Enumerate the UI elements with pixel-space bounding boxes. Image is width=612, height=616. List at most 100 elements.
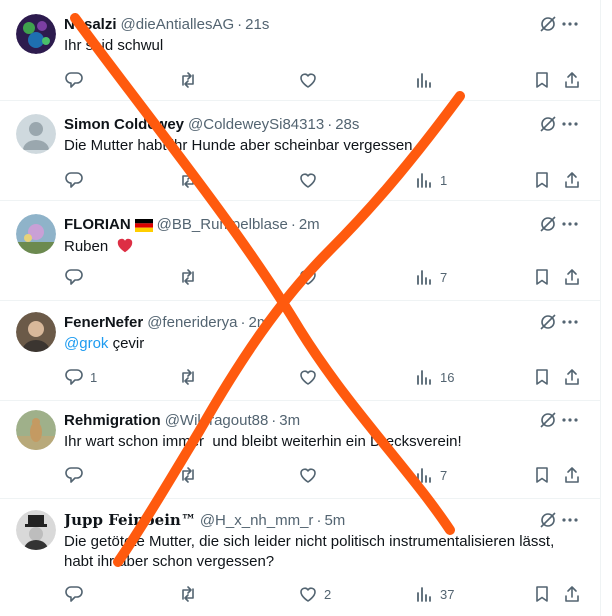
avatar[interactable] xyxy=(16,312,56,352)
bookmark-button[interactable] xyxy=(532,465,552,485)
grok-icon[interactable] xyxy=(538,510,558,530)
timestamp[interactable]: 28s xyxy=(335,116,359,133)
views-button[interactable]: 7 xyxy=(414,267,447,287)
analytics-icon xyxy=(417,587,431,602)
like-button[interactable] xyxy=(298,367,324,387)
heart-icon xyxy=(300,370,316,385)
grok-icon[interactable] xyxy=(538,312,558,332)
like-button[interactable] xyxy=(298,170,324,190)
reply-count: 1 xyxy=(90,369,98,385)
repost-button[interactable] xyxy=(178,70,204,90)
avatar[interactable] xyxy=(16,410,56,450)
share-button[interactable] xyxy=(562,584,582,604)
display-name[interactable]: Simon Coldewey xyxy=(64,116,184,133)
views-button[interactable]: 7 xyxy=(414,465,447,485)
reply-button[interactable] xyxy=(64,267,90,287)
share-icon xyxy=(565,369,579,385)
repost-button[interactable] xyxy=(178,267,204,287)
reply-tweet[interactable]: Jupp Feinbein™ @H_x_nh_mm_r · 5m Die get… xyxy=(0,498,600,616)
reply-icon xyxy=(65,72,83,88)
reply-tweet[interactable]: FenerNefer @fenerideryа · 2m @grok çevir… xyxy=(0,300,600,401)
reply-tweet[interactable]: FLORIAN @BB_Rumpelblase · 2m Ruben 7 xyxy=(0,200,600,301)
analytics-icon xyxy=(417,468,431,483)
views-button[interactable]: 1 xyxy=(414,170,447,190)
bookmark-button[interactable] xyxy=(532,367,552,387)
display-name[interactable]: Nosalzi xyxy=(64,16,117,33)
more-icon[interactable] xyxy=(560,114,580,134)
like-button[interactable]: 2 xyxy=(298,584,331,604)
reply-tweet[interactable]: Nosalzi @dieAntiallesAG · 21s Ihr seid s… xyxy=(0,0,600,101)
reply-button[interactable] xyxy=(64,170,90,190)
share-button[interactable] xyxy=(562,465,582,485)
share-icon xyxy=(565,269,579,285)
share-icon xyxy=(565,172,579,188)
share-button[interactable] xyxy=(562,367,582,387)
reply-button[interactable] xyxy=(64,70,90,90)
more-icon[interactable] xyxy=(560,312,580,332)
view-count: 37 xyxy=(440,586,455,602)
like-button[interactable] xyxy=(298,267,324,287)
timestamp[interactable]: 5m xyxy=(324,512,345,529)
grok-icon[interactable] xyxy=(538,14,558,34)
avatar[interactable] xyxy=(16,114,56,154)
repost-button[interactable] xyxy=(178,367,204,387)
separator-dot: · xyxy=(327,115,333,133)
reply-tweet[interactable]: Simon Coldewey @ColdeweySi84313 · 28s Di… xyxy=(0,100,600,201)
more-icon[interactable] xyxy=(560,510,580,530)
separator-dot: · xyxy=(290,215,296,233)
timestamp[interactable]: 21s xyxy=(245,16,269,33)
display-name[interactable]: Jupp Feinbein™ xyxy=(64,511,196,529)
timestamp[interactable]: 3m xyxy=(279,412,300,429)
share-button[interactable] xyxy=(562,70,582,90)
bookmark-button[interactable] xyxy=(532,584,552,604)
views-button[interactable]: 37 xyxy=(414,584,454,604)
display-name[interactable]: Rehmigration xyxy=(64,412,161,429)
like-button[interactable] xyxy=(298,465,324,485)
analytics-icon xyxy=(417,270,431,285)
display-name[interactable]: FLORIAN xyxy=(64,216,131,233)
user-handle[interactable]: @ColdeweySi84313 xyxy=(188,116,324,133)
user-handle[interactable]: @dieAntiallesAG xyxy=(121,16,235,33)
more-icon[interactable] xyxy=(560,214,580,234)
avatar[interactable] xyxy=(16,14,56,54)
analytics-icon xyxy=(417,370,431,385)
like-count: 2 xyxy=(324,586,332,602)
reply-button[interactable] xyxy=(64,465,90,485)
reply-tweet[interactable]: Rehmigration @Wildragout88 · 3m Ihr wart… xyxy=(0,400,600,499)
grok-icon[interactable] xyxy=(538,114,558,134)
bookmark-button[interactable] xyxy=(532,170,552,190)
share-button[interactable] xyxy=(562,170,582,190)
user-handle[interactable]: @fenerideryа xyxy=(147,314,237,331)
bookmark-button[interactable] xyxy=(532,267,552,287)
user-handle[interactable]: @Wildragout88 xyxy=(165,412,269,429)
tweet-actions: 1 16 xyxy=(64,367,592,387)
tweet-text: Die getötete Mutter, die sich leider nic… xyxy=(64,533,555,570)
bookmark-icon xyxy=(536,467,548,483)
user-handle[interactable]: @H_x_nh_mm_r xyxy=(200,512,314,529)
like-button[interactable] xyxy=(298,70,324,90)
avatar[interactable] xyxy=(16,214,56,254)
avatar[interactable] xyxy=(16,510,56,550)
grok-icon[interactable] xyxy=(538,410,558,430)
share-button[interactable] xyxy=(562,267,582,287)
timestamp[interactable]: 2m xyxy=(299,216,320,233)
reply-button[interactable] xyxy=(64,584,90,604)
more-icon[interactable] xyxy=(560,14,580,34)
repost-button[interactable] xyxy=(178,465,204,485)
germany-flag-icon xyxy=(134,218,153,232)
repost-button[interactable] xyxy=(178,584,204,604)
repost-button[interactable] xyxy=(178,170,204,190)
views-button[interactable]: 16 xyxy=(414,367,454,387)
display-name[interactable]: FenerNefer xyxy=(64,314,143,331)
mention-link[interactable]: @grok xyxy=(64,335,108,352)
tweet-text-container: @grok çevir xyxy=(64,334,580,354)
reply-button[interactable]: 1 xyxy=(64,367,97,387)
grok-icon[interactable] xyxy=(538,214,558,234)
bookmark-button[interactable] xyxy=(532,70,552,90)
reply-icon xyxy=(65,172,83,188)
views-button[interactable] xyxy=(414,70,440,90)
user-handle[interactable]: @BB_Rumpelblase xyxy=(157,216,288,233)
more-icon[interactable] xyxy=(560,410,580,430)
tweet-text: çevir xyxy=(112,335,145,352)
timestamp[interactable]: 2m xyxy=(248,314,269,331)
